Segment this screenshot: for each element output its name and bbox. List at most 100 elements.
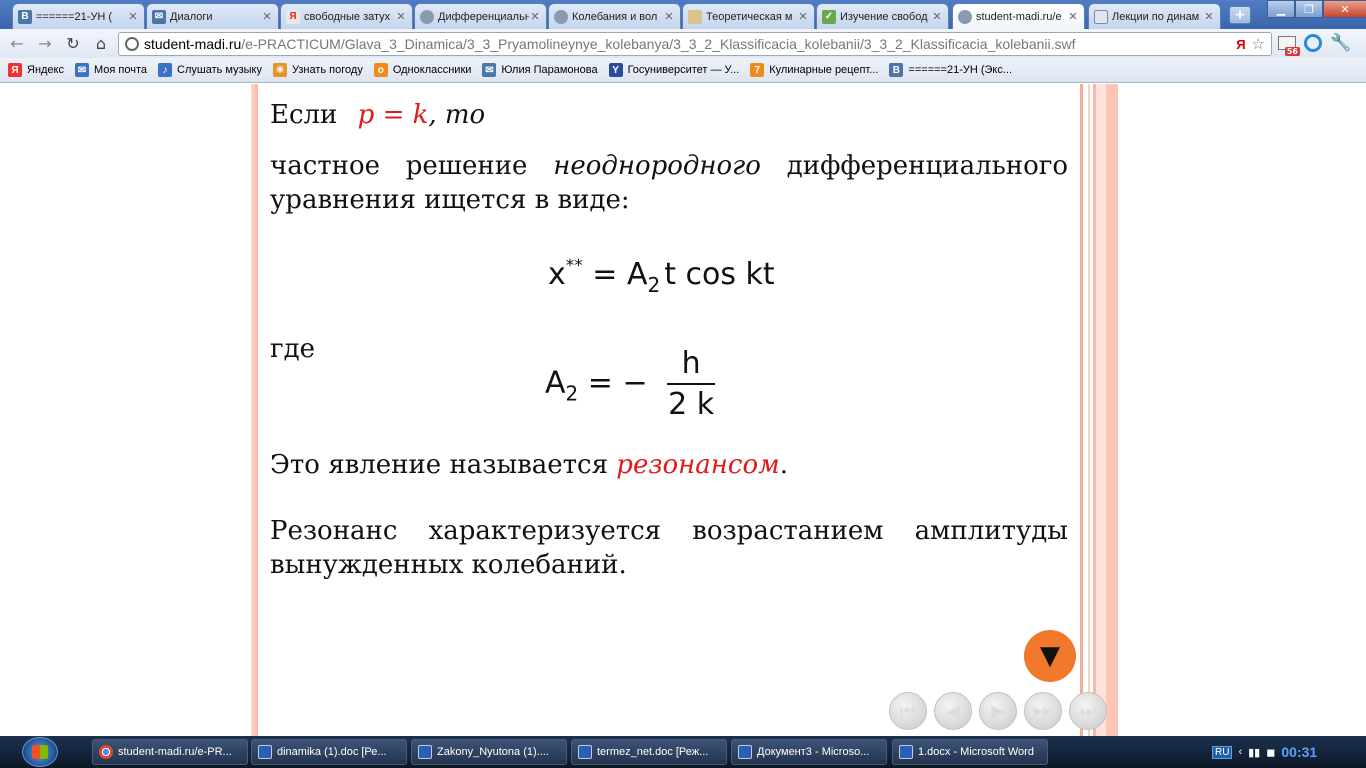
tab-yandex-search[interactable]: Я свободные затух ✕ — [280, 3, 413, 29]
vk-messages-icon: ✉ — [482, 63, 497, 77]
odnoklassniki-icon: о — [373, 63, 388, 77]
language-indicator[interactable]: RU — [1212, 745, 1233, 759]
taskbar-item-word[interactable]: Zakony_Nyutona (1).... — [411, 739, 567, 765]
tab-study-free[interactable]: ✓ Изучение свобод ✕ — [816, 3, 949, 29]
scroll-down-button[interactable]: ▼ — [1024, 630, 1076, 682]
bookmark-label: Одноклассники — [392, 64, 472, 76]
close-window-button[interactable]: ✕ — [1323, 0, 1366, 18]
window-controls: ▁ ❐ ✕ — [1267, 0, 1366, 20]
close-tab-icon[interactable]: ✕ — [1203, 10, 1215, 23]
bookmark-label: Узнать погоду — [291, 64, 363, 76]
slide-player-controls: ⏮ ◀ ▶ ▶▶ ⏭ — [889, 692, 1107, 730]
windows-logo-icon — [32, 745, 48, 759]
bookmarks-bar: Я Яндекс ✉ Моя почта ♪ Слушать музыку ☀ Узна… — [0, 58, 1366, 83]
home-icon[interactable]: ⌂ — [90, 33, 112, 55]
text-line: вынужденных колебаний. — [270, 550, 627, 580]
left-decorative-border — [251, 84, 258, 736]
tab-lectures[interactable]: Лекции по динам ✕ — [1088, 3, 1221, 29]
clock[interactable]: 00:31 — [1281, 744, 1317, 760]
yandex-extension-icon[interactable]: Я — [1236, 37, 1245, 52]
url-path: /e-PRACTICUM/Glava_3_Dinamica/3_3_Pryamo… — [241, 36, 1076, 52]
system-tray: RU ‹ ▮▮ ◼ 00:31 — [1212, 736, 1317, 768]
tab-differential[interactable]: Дифференциальн ✕ — [414, 3, 547, 29]
tab-dialogs[interactable]: ✉ Диалоги ✕ — [146, 3, 279, 29]
play-icon: ▶ — [991, 700, 1005, 722]
fraction-denominator: 2 k — [668, 387, 715, 422]
forward-icon: ▶▶ — [1033, 704, 1053, 718]
url-host: student-madi.ru — [144, 36, 242, 52]
task-label: student-madi.ru/e-PR... — [118, 746, 232, 758]
formula-equals: = A — [582, 257, 648, 292]
word: дифференциального — [786, 151, 1068, 181]
justified-line: частное решение неоднородного дифференци… — [270, 149, 1068, 183]
bookmark-weather[interactable]: ☀ Узнать погоду — [272, 63, 363, 77]
bookmark-my-mail[interactable]: ✉ Моя почта — [75, 63, 147, 77]
tray-expand-icon[interactable]: ‹ — [1238, 746, 1242, 758]
yandex-icon: Я — [286, 9, 300, 24]
close-tab-icon[interactable]: ✕ — [797, 10, 809, 23]
phenomenon-prefix: Это явление называется — [270, 450, 617, 480]
first-slide-button[interactable]: ⏮ — [889, 692, 927, 730]
speaker-icon: ♪ — [158, 63, 173, 77]
taskbar-item-word[interactable]: Документ3 - Microso... — [731, 739, 887, 765]
bookmark-label: Госуниверситет — У... — [627, 64, 740, 76]
reload-icon[interactable]: ↻ — [62, 33, 84, 55]
formula-subscript: 2 — [565, 381, 579, 406]
globe-icon — [554, 9, 568, 24]
forward-arrow-icon[interactable]: → — [34, 33, 56, 55]
next-slide-button[interactable]: ▶▶ — [1024, 692, 1062, 730]
volume-icon[interactable]: ◼ — [1266, 746, 1275, 759]
tab-vk-group[interactable]: В ======21-УН ( ✕ — [12, 3, 145, 29]
mail-icon[interactable]: 56 — [1278, 36, 1300, 56]
tab-title: Диалоги — [170, 10, 213, 23]
close-tab-icon[interactable]: ✕ — [931, 10, 943, 23]
chrome-icon — [99, 745, 113, 759]
down-arrow-icon: ▼ — [1040, 641, 1060, 671]
back-icon: ◀ — [946, 700, 960, 722]
taskbar-item-word[interactable]: 1.docx - Microsoft Word — [892, 739, 1048, 765]
close-tab-icon[interactable]: ✕ — [127, 10, 139, 23]
taskbar-item-word[interactable]: termez_net.doc [Реж... — [571, 739, 727, 765]
taskbar-item-word[interactable]: dinamika (1).doc [Ре... — [251, 739, 407, 765]
formula-rhs: t cos kt — [664, 257, 775, 292]
bookmark-university[interactable]: Y Госуниверситет — У... — [608, 63, 740, 77]
bookmark-music[interactable]: ♪ Слушать музыку — [158, 63, 262, 77]
bookmark-recipes[interactable]: 7 Кулинарные рецепт... — [750, 63, 878, 77]
tab-title: Изучение свобод — [840, 10, 928, 23]
mail-icon: ✉ — [75, 63, 89, 77]
tab-student-madi-active[interactable]: student-madi.ru/e ✕ — [952, 3, 1085, 29]
close-tab-icon[interactable]: ✕ — [395, 10, 407, 23]
maximize-button[interactable]: ❐ — [1295, 0, 1323, 18]
network-icon[interactable]: ▮▮ — [1248, 746, 1260, 759]
word-icon — [578, 745, 592, 759]
tab-theoretical[interactable]: Теоретическая м ✕ — [682, 3, 815, 29]
minimize-button[interactable]: ▁ — [1267, 0, 1295, 18]
close-tab-icon[interactable]: ✕ — [261, 10, 273, 23]
bookmark-label: Юлия Парамонова — [501, 64, 598, 76]
word-icon — [899, 745, 913, 759]
close-tab-icon[interactable]: ✕ — [1067, 10, 1079, 23]
bookmark-yulia[interactable]: ✉ Юлия Парамонова — [482, 63, 598, 77]
bookmark-odnoklassniki[interactable]: о Одноклассники — [373, 63, 472, 77]
globe-icon — [125, 37, 139, 51]
bookmark-star-icon[interactable]: ☆ — [1252, 35, 1265, 53]
tab-oscillations[interactable]: Колебания и вол ✕ — [548, 3, 681, 29]
start-button[interactable] — [22, 737, 58, 767]
taskbar-item-chrome[interactable]: student-madi.ru/e-PR... — [92, 739, 248, 765]
close-tab-icon[interactable]: ✕ — [663, 10, 675, 23]
sync-icon[interactable] — [1304, 34, 1322, 52]
formula-equals: = − — [578, 365, 648, 401]
back-arrow-icon[interactable]: ← — [6, 33, 28, 55]
address-bar[interactable]: student-madi.ru/e-PRACTICUM/Glava_3_Dina… — [118, 32, 1272, 56]
condition-formula: p = k — [357, 100, 429, 130]
previous-slide-button[interactable]: ◀ — [934, 692, 972, 730]
bookmark-vk-group[interactable]: В ======21-УН (Экс... — [889, 63, 1012, 77]
new-tab-button[interactable]: + — [1229, 6, 1251, 24]
wrench-icon[interactable]: 🔧 — [1330, 33, 1351, 53]
last-slide-button[interactable]: ⏭ — [1069, 692, 1107, 730]
then-word: , то — [428, 100, 486, 130]
close-tab-icon[interactable]: ✕ — [529, 10, 541, 23]
play-button[interactable]: ▶ — [979, 692, 1017, 730]
browser-toolbar: ← → ↻ ⌂ student-madi.ru/e-PRACTICUM/Glav… — [0, 29, 1366, 58]
bookmark-yandex[interactable]: Я Яндекс — [8, 63, 64, 77]
